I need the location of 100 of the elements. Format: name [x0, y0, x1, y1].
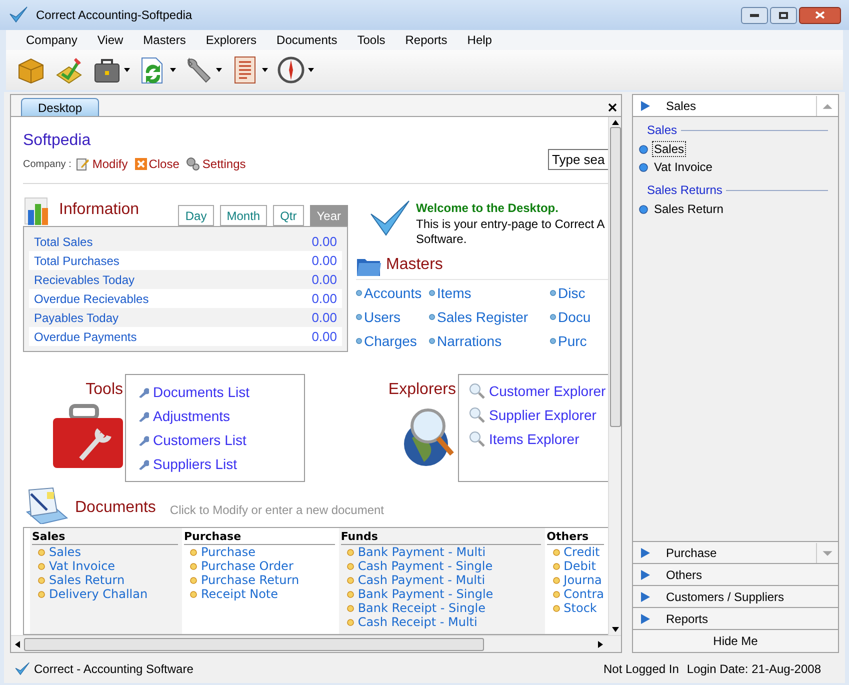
panel-header[interactable]: Others — [633, 564, 838, 586]
panel-header[interactable]: Customers / Suppliers — [633, 586, 838, 608]
scroll-down-icon[interactable] — [612, 627, 618, 632]
checkmark-logo-icon — [14, 661, 30, 677]
caret-icon[interactable] — [170, 68, 176, 72]
document-link[interactable]: Cash Payment - Single — [340, 559, 541, 573]
master-link[interactable]: Charges — [356, 332, 429, 350]
info-label[interactable]: Total Sales — [34, 232, 93, 250]
document-link[interactable]: Credit — [546, 545, 604, 559]
bullet-icon — [346, 604, 354, 612]
panel-header[interactable]: Purchase — [633, 542, 838, 564]
document-link[interactable]: Purchase Order — [184, 559, 335, 573]
caret-icon[interactable] — [216, 68, 222, 72]
panel-item[interactable]: Sales Return — [652, 201, 726, 217]
menu-item[interactable]: Reports — [395, 31, 458, 49]
document-link[interactable]: Stock — [546, 601, 604, 615]
document-link[interactable]: Journa — [546, 573, 604, 587]
tool-link[interactable]: Documents List — [138, 382, 304, 402]
document-link[interactable]: Contra — [546, 587, 604, 601]
document-link[interactable]: Bank Payment - Multi — [340, 545, 541, 559]
info-label[interactable]: Total Purchases — [34, 252, 120, 270]
minimize-button[interactable] — [741, 6, 768, 24]
company-action-link[interactable]: Modify — [76, 155, 128, 173]
bullet-icon — [356, 314, 362, 320]
explorer-link[interactable]: Supplier Explorer — [469, 405, 608, 425]
document-link[interactable]: Purchase Return — [184, 573, 335, 587]
document-link[interactable]: Bank Payment - Single — [340, 587, 541, 601]
master-link[interactable]: Purc — [550, 332, 590, 350]
menu-item[interactable]: Tools — [347, 31, 396, 49]
company-action-link[interactable]: Settings — [186, 155, 246, 173]
tool-link[interactable]: Adjustments — [138, 406, 304, 426]
hide-me-button[interactable]: Hide Me — [633, 630, 838, 652]
wrench-icon — [138, 386, 149, 398]
document-link[interactable]: Receipt Note — [184, 587, 335, 601]
master-link[interactable]: Disc — [550, 284, 590, 302]
company-action-link[interactable]: Close — [134, 155, 180, 173]
settings-icon — [186, 157, 200, 171]
company-name: Softpedia — [23, 131, 92, 151]
master-link[interactable]: Narrations — [429, 332, 550, 350]
bullet-icon — [38, 576, 45, 584]
period-tab[interactable]: Month — [220, 205, 268, 226]
panel-header[interactable]: Sales — [633, 95, 838, 117]
bullet-icon — [346, 618, 354, 626]
edit-icon — [76, 157, 90, 171]
group-heading: Sales Returns — [647, 182, 722, 199]
document-link[interactable]: Bank Receipt - Single — [340, 601, 541, 615]
scroll-left-icon[interactable] — [15, 640, 20, 648]
info-value: 0.00 — [312, 252, 337, 270]
menu-item[interactable]: Documents — [266, 31, 348, 49]
scroll-right-icon[interactable] — [598, 640, 603, 648]
document-link[interactable]: Debit — [546, 559, 604, 573]
caret-icon[interactable] — [124, 68, 130, 72]
caret-icon[interactable] — [308, 68, 314, 72]
document-link[interactable]: Delivery Challan — [32, 587, 178, 601]
bullet-icon — [190, 548, 197, 556]
menu-item[interactable]: Explorers — [196, 31, 267, 49]
maximize-button[interactable] — [770, 6, 797, 24]
scroll-up-icon[interactable] — [612, 120, 618, 125]
compass-icon[interactable] — [276, 55, 306, 85]
document-link[interactable]: Sales — [32, 545, 178, 559]
menu-item[interactable]: Masters — [133, 31, 196, 49]
bullet-icon — [429, 290, 435, 296]
document-link[interactable]: Vat Invoice — [32, 559, 178, 573]
horizontal-scrollbar[interactable] — [11, 635, 621, 652]
tool-link[interactable]: Suppliers List — [138, 454, 304, 474]
bullet-icon — [429, 338, 435, 344]
panel-header[interactable]: Reports — [633, 608, 838, 630]
master-link[interactable]: Docu — [550, 308, 590, 326]
period-tab[interactable]: Day — [178, 205, 214, 226]
menu-item[interactable]: Help — [457, 31, 502, 49]
tool-link[interactable]: Customers List — [138, 430, 304, 450]
document-link[interactable]: Sales Return — [32, 573, 178, 587]
login-status: Not Logged In — [603, 661, 679, 678]
menu-item[interactable]: View — [87, 31, 134, 49]
info-label[interactable]: Overdue Recievables — [34, 290, 149, 308]
explorer-link[interactable]: Customer Explorer — [469, 381, 608, 401]
bullet-icon — [552, 548, 560, 556]
master-link[interactable]: Accounts — [356, 284, 429, 302]
caret-icon[interactable] — [262, 68, 268, 72]
bullet-icon — [356, 338, 362, 344]
info-label[interactable]: Recievables Today — [34, 270, 135, 288]
master-link[interactable]: Items — [429, 284, 550, 302]
period-tab[interactable]: Year — [310, 205, 348, 226]
master-link[interactable]: Users — [356, 308, 429, 326]
document-link[interactable]: Cash Receipt - Multi — [340, 615, 541, 629]
master-link[interactable]: Sales Register — [429, 308, 550, 326]
explorer-link[interactable]: Items Explorer — [469, 429, 608, 449]
document-link[interactable]: Purchase — [184, 545, 335, 559]
document-link[interactable]: Cash Payment - Multi — [340, 573, 541, 587]
search-field[interactable]: Type sea — [548, 149, 608, 170]
close-button[interactable] — [799, 6, 841, 24]
bullet-icon — [346, 548, 354, 556]
info-label[interactable]: Overdue Payments — [34, 328, 137, 346]
period-tab[interactable]: Qtr — [273, 205, 304, 226]
panel-item[interactable]: Vat Invoice — [652, 159, 714, 175]
document-tab[interactable]: Desktop — [21, 98, 100, 116]
menu-item[interactable]: Company — [16, 31, 88, 49]
vertical-scrollbar[interactable] — [608, 117, 621, 635]
panel-item[interactable]: Sales — [652, 141, 686, 157]
info-label[interactable]: Payables Today — [34, 308, 119, 326]
